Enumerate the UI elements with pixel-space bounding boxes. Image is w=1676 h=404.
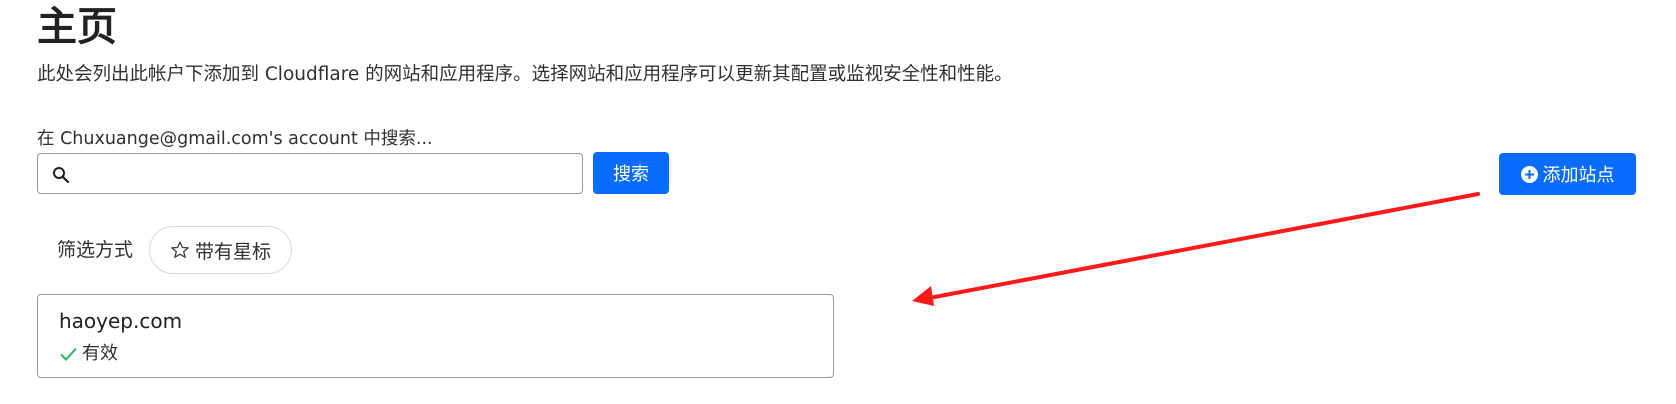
add-site-label: 添加站点: [1542, 165, 1615, 186]
starred-filter-chip[interactable]: 带有星标: [149, 226, 292, 274]
search-button-label: 搜索: [613, 164, 649, 185]
starred-filter-label: 带有星标: [194, 240, 271, 263]
search-input[interactable]: [37, 153, 583, 194]
page-description: 此处会列出此帐户下添加到 Cloudflare 的网站和应用程序。选择网站和应用…: [37, 64, 1013, 85]
star-outline-icon: [171, 241, 189, 258]
site-name[interactable]: haoyep.com: [59, 307, 182, 335]
site-card[interactable]: haoyep.com 有效: [37, 294, 834, 378]
add-site-button[interactable]: 添加站点: [1499, 153, 1636, 195]
page-title: 主页: [37, 4, 117, 50]
site-status: 有效: [59, 342, 118, 366]
search-button[interactable]: 搜索: [593, 152, 669, 194]
check-icon: [60, 347, 77, 361]
plus-circle-icon: [1520, 165, 1538, 183]
site-status-label: 有效: [82, 343, 118, 364]
search-label: 在 Chuxuange@gmail.com's account 中搜索...: [37, 129, 433, 149]
filter-label: 筛选方式: [57, 239, 134, 261]
search-icon: [53, 167, 70, 184]
